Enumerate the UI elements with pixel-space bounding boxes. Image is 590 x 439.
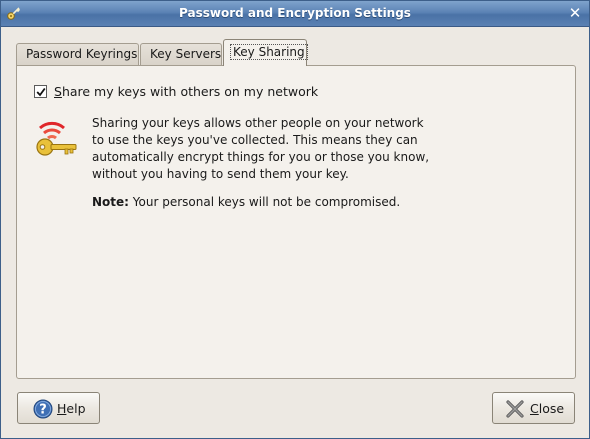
- shared-key-icon: [36, 121, 77, 156]
- note-label: Note:: [92, 195, 129, 209]
- window-title: Password and Encryption Settings: [179, 6, 411, 20]
- help-label: Help: [57, 401, 86, 416]
- tab-key-servers[interactable]: Key Servers: [140, 43, 222, 65]
- note-text: Your personal keys will not be compromis…: [132, 195, 401, 209]
- tab-label: Key Sharing: [230, 44, 308, 60]
- close-label: Close: [530, 401, 565, 416]
- sharing-note: Note: Your personal keys will not be com…: [92, 195, 400, 209]
- tab-key-sharing[interactable]: Key Sharing: [223, 39, 308, 66]
- close-icon[interactable]: ✕: [567, 5, 583, 21]
- checkmark-icon: [36, 87, 46, 97]
- close-x-icon: [506, 400, 524, 418]
- sharing-description: Sharing your keys allows other people on…: [92, 116, 430, 181]
- share-keys-label: Share my keys with others on my network: [54, 84, 319, 99]
- title-bar[interactable]: Password and Encryption Settings ✕: [1, 1, 589, 27]
- share-keys-checkbox[interactable]: [34, 85, 47, 98]
- help-button[interactable]: ? Help: [17, 392, 100, 424]
- key-sharing-panel: Share my keys with others on my network …: [16, 65, 576, 379]
- tab-password-keyrings[interactable]: Password Keyrings: [16, 43, 139, 65]
- settings-window: Password and Encryption Settings ✕ Passw…: [0, 0, 590, 439]
- help-icon: ?: [33, 399, 53, 419]
- close-button[interactable]: Close: [492, 392, 575, 424]
- tab-label: Key Servers: [150, 47, 222, 61]
- svg-text:?: ?: [39, 403, 47, 418]
- tab-label: Password Keyrings: [26, 47, 138, 61]
